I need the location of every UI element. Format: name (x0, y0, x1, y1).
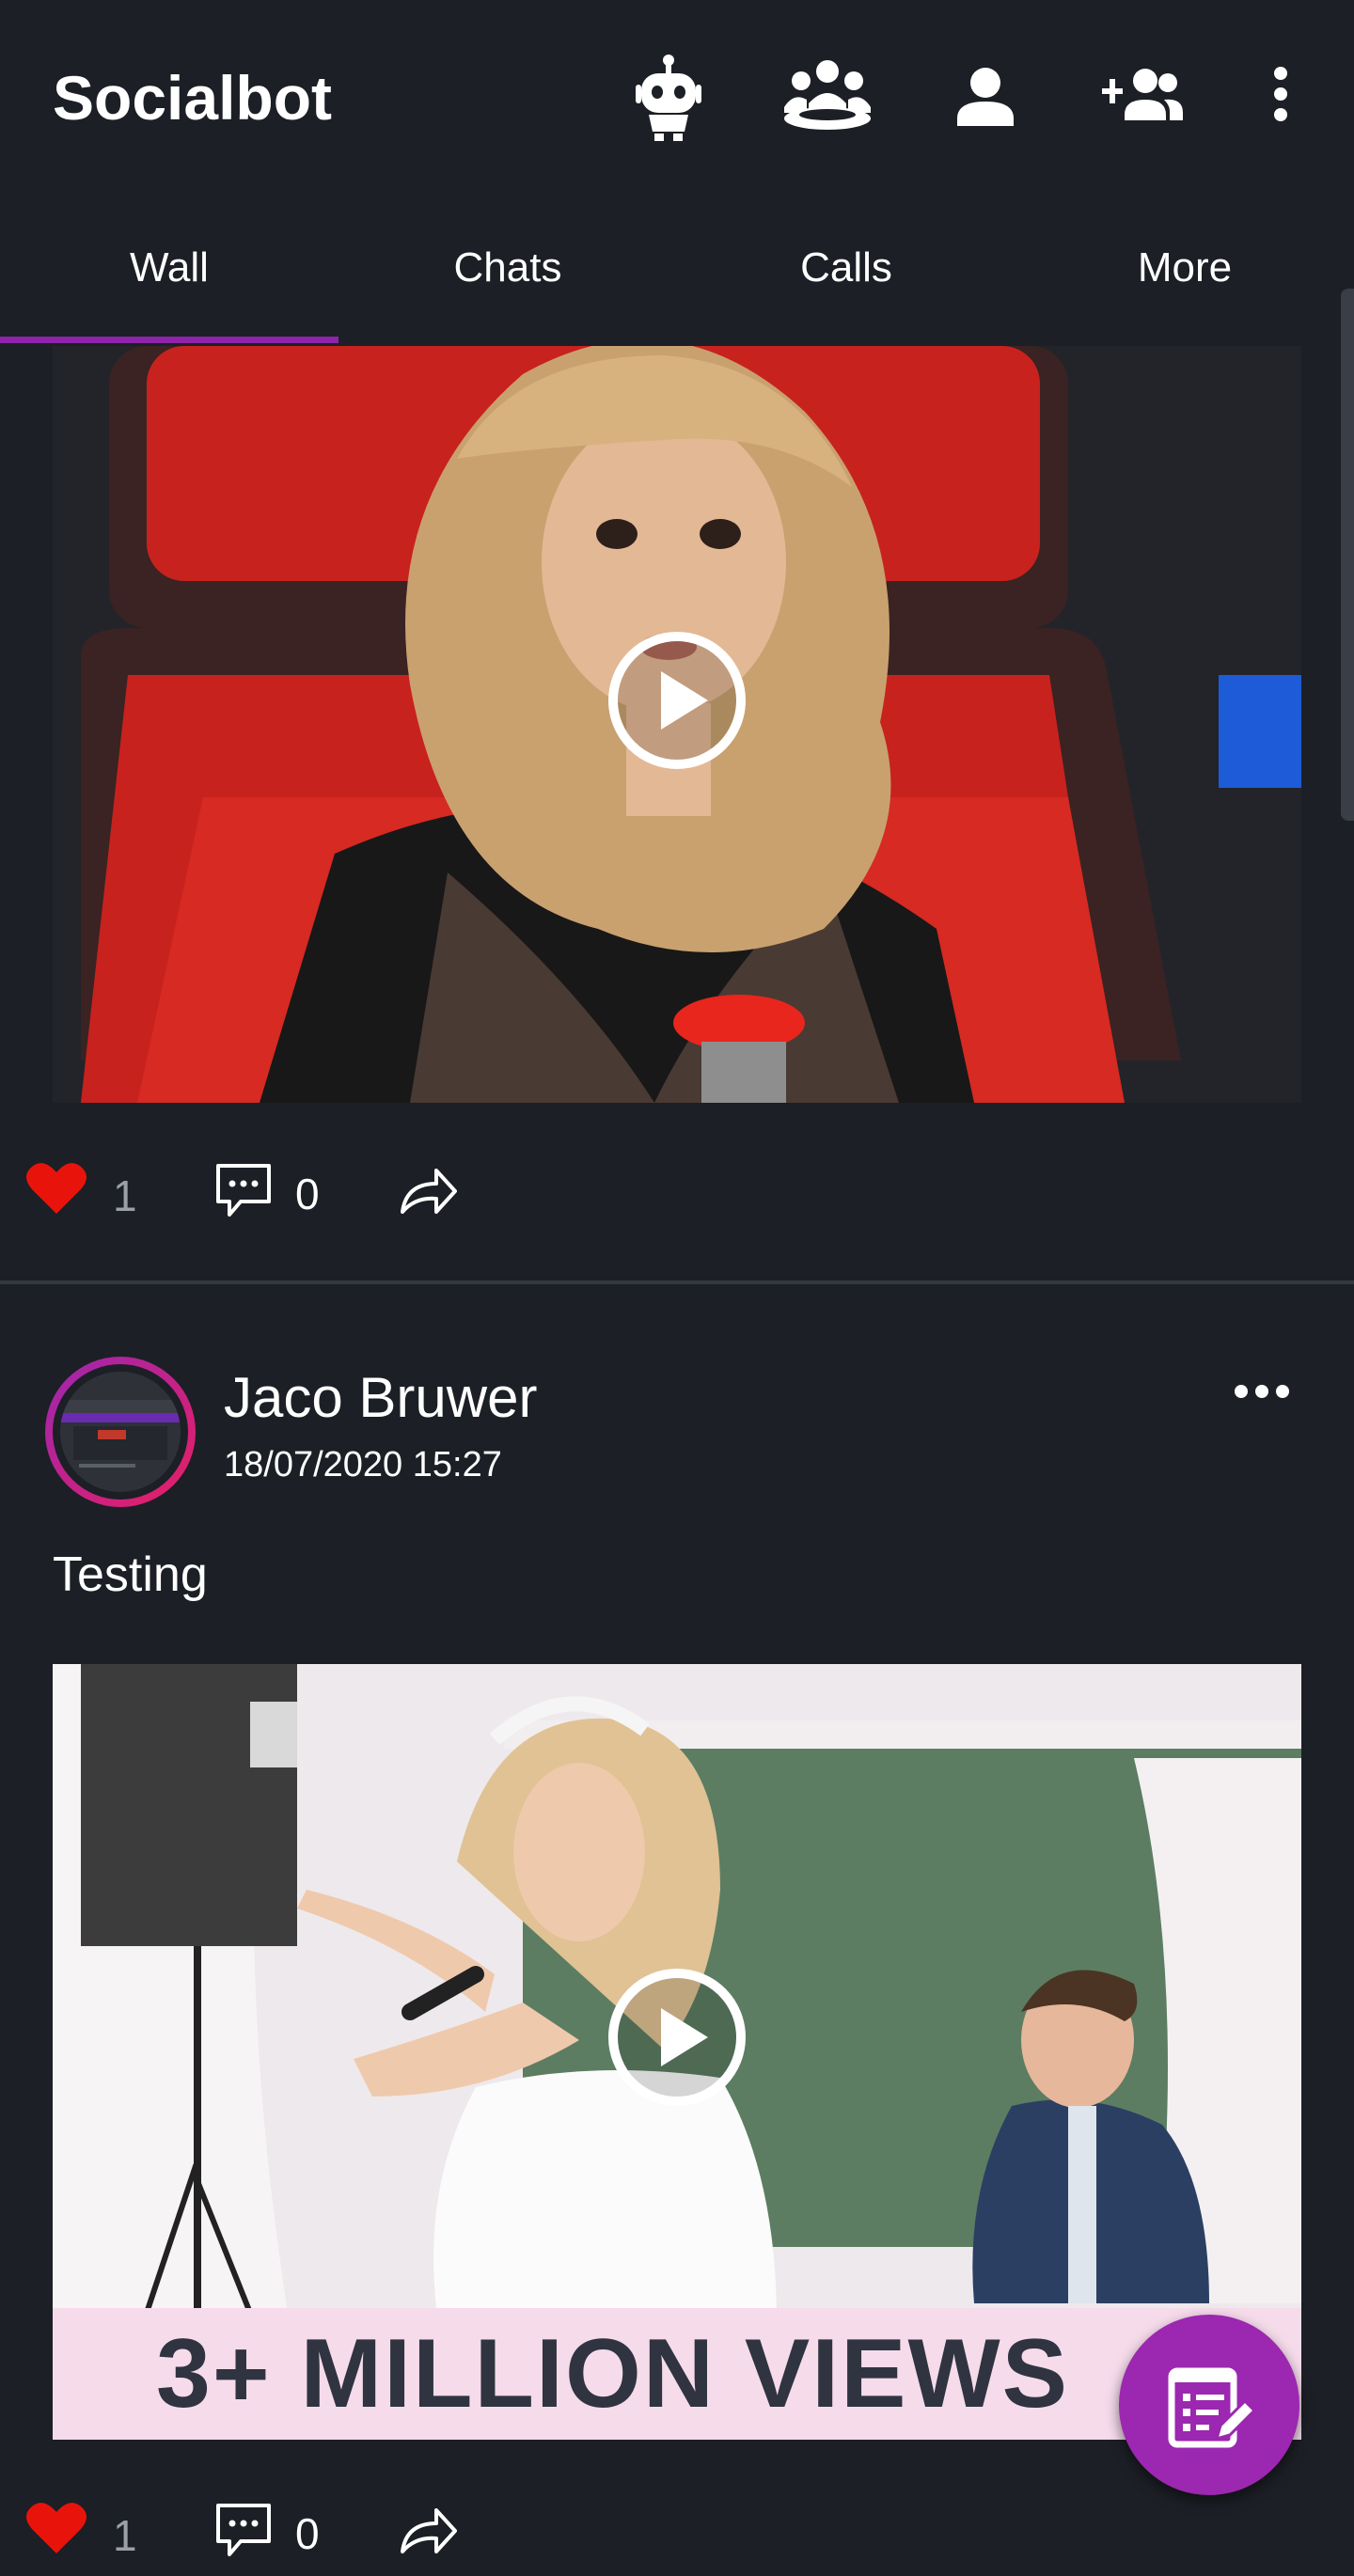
comment-count: 0 (295, 1170, 320, 1218)
tab-chats[interactable]: Chats (338, 202, 677, 334)
post-author[interactable]: Jaco Bruwer (224, 1365, 537, 1430)
tab-wall[interactable]: Wall (0, 202, 338, 334)
video-caption: 3+ MILLION VIEWS (156, 2319, 1069, 2428)
post-actions: 1 0 (0, 2491, 1354, 2576)
heart-icon[interactable] (26, 2501, 87, 2560)
tab-calls[interactable]: Calls (677, 202, 1016, 334)
group-icon[interactable] (780, 58, 874, 138)
post-text: Testing (53, 1547, 208, 1602)
tab-bar: Wall Chats Calls More (0, 202, 1354, 343)
comment-icon[interactable] (214, 1162, 273, 1223)
more-horiz-icon[interactable] (1234, 1382, 1290, 1406)
like-count: 1 (113, 1171, 137, 1220)
post-video-thumbnail[interactable] (53, 346, 1301, 1103)
person-icon[interactable] (957, 68, 1014, 131)
comment-count: 0 (295, 2509, 320, 2558)
person-add-icon[interactable] (1102, 68, 1183, 125)
heart-icon[interactable] (26, 1161, 87, 1220)
post-actions: 1 0 (0, 1152, 1354, 1236)
more-vert-icon[interactable] (1269, 66, 1292, 127)
post-timestamp: 18/07/2020 15:27 (224, 1445, 502, 1484)
comment-icon[interactable] (214, 2502, 273, 2563)
play-icon[interactable] (606, 630, 748, 771)
play-icon[interactable] (606, 1967, 748, 2108)
active-tab-indicator (0, 337, 338, 343)
post-divider (0, 1280, 1354, 1284)
share-icon[interactable] (399, 1167, 457, 1220)
post-video-thumbnail[interactable]: 3+ MILLION VIEWS (53, 1664, 1301, 2440)
tab-more[interactable]: More (1016, 202, 1354, 334)
compose-icon (1168, 2367, 1256, 2448)
app-bar: Socialbot (0, 0, 1354, 193)
compose-post-button[interactable] (1119, 2315, 1299, 2495)
scrollbar[interactable] (1341, 289, 1354, 821)
avatar[interactable] (45, 1357, 196, 1507)
app-title: Socialbot (53, 63, 333, 133)
robot-icon[interactable] (636, 55, 701, 146)
share-icon[interactable] (399, 2506, 457, 2560)
like-count: 1 (113, 2511, 137, 2560)
